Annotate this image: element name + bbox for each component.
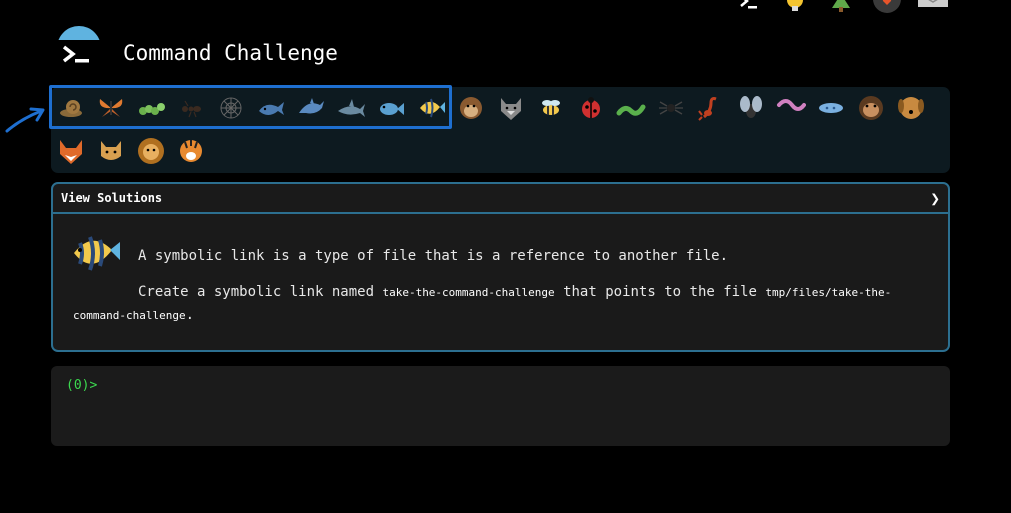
level-fish-icon[interactable] — [371, 90, 411, 126]
header-icons — [733, 0, 949, 13]
level-whale-icon[interactable] — [251, 90, 291, 126]
level-bee-icon[interactable] — [531, 90, 571, 126]
bulb-icon[interactable] — [779, 0, 811, 12]
challenge-panel: View Solutions ❯ A symbolic link is a ty… — [51, 182, 950, 352]
challenge-description: A symbolic link is a type of file that i… — [138, 248, 729, 264]
view-solutions-toggle[interactable]: View Solutions ❯ — [53, 184, 948, 214]
level-spider-web-icon[interactable] — [211, 90, 251, 126]
mail-icon[interactable] — [917, 0, 949, 12]
level-ant-icon[interactable] — [171, 90, 211, 126]
level-chimpanzee-icon[interactable] — [851, 90, 891, 126]
instruction-suffix: . — [185, 307, 195, 323]
tropical-fish-icon — [74, 236, 120, 271]
shield-icon[interactable] — [871, 0, 903, 13]
chevron-right-icon[interactable]: ❯ — [930, 189, 940, 208]
level-tropical-fish-icon[interactable] — [411, 90, 451, 126]
level-wolf-icon[interactable] — [491, 90, 531, 126]
level-snail-icon[interactable] — [51, 90, 91, 126]
level-ladybug-icon[interactable] — [571, 90, 611, 126]
view-solutions-label: View Solutions — [61, 191, 163, 205]
challenge-instruction: Create a symbolic link named take-the-co… — [73, 281, 913, 327]
level-fly-icon[interactable] — [731, 90, 771, 126]
level-lion-icon[interactable] — [131, 133, 171, 169]
level-worm-icon[interactable] — [611, 90, 651, 126]
link-name: take-the-command-challenge — [382, 286, 555, 299]
tree-icon[interactable] — [825, 0, 857, 12]
terminal[interactable]: (0)> — [51, 366, 950, 446]
level-spider-icon[interactable] — [651, 90, 691, 126]
level-monkey-icon[interactable] — [451, 90, 491, 126]
instruction-prefix: Create a symbolic link named — [138, 284, 375, 300]
level-paramecium-icon[interactable] — [811, 90, 851, 126]
level-selector — [51, 87, 950, 173]
level-cat-icon[interactable] — [91, 133, 131, 169]
level-dog-icon[interactable] — [891, 90, 931, 126]
level-butterfly-icon[interactable] — [91, 90, 131, 126]
terminal-icon[interactable] — [733, 0, 765, 12]
page-title: Command Challenge — [123, 41, 338, 65]
instruction-middle: that points to the file — [563, 284, 757, 300]
level-tiger-icon[interactable] — [171, 133, 211, 169]
annotation-arrow-icon — [5, 107, 45, 133]
level-caterpillar-icon[interactable] — [131, 90, 171, 126]
level-shark-icon[interactable] — [331, 90, 371, 126]
logo-icon[interactable] — [57, 26, 101, 70]
level-dolphin-icon[interactable] — [291, 90, 331, 126]
level-scorpion-icon[interactable] — [691, 90, 731, 126]
level-earthworm-icon[interactable] — [771, 90, 811, 126]
terminal-prompt: (0)> — [66, 378, 98, 393]
level-fox-icon[interactable] — [51, 133, 91, 169]
